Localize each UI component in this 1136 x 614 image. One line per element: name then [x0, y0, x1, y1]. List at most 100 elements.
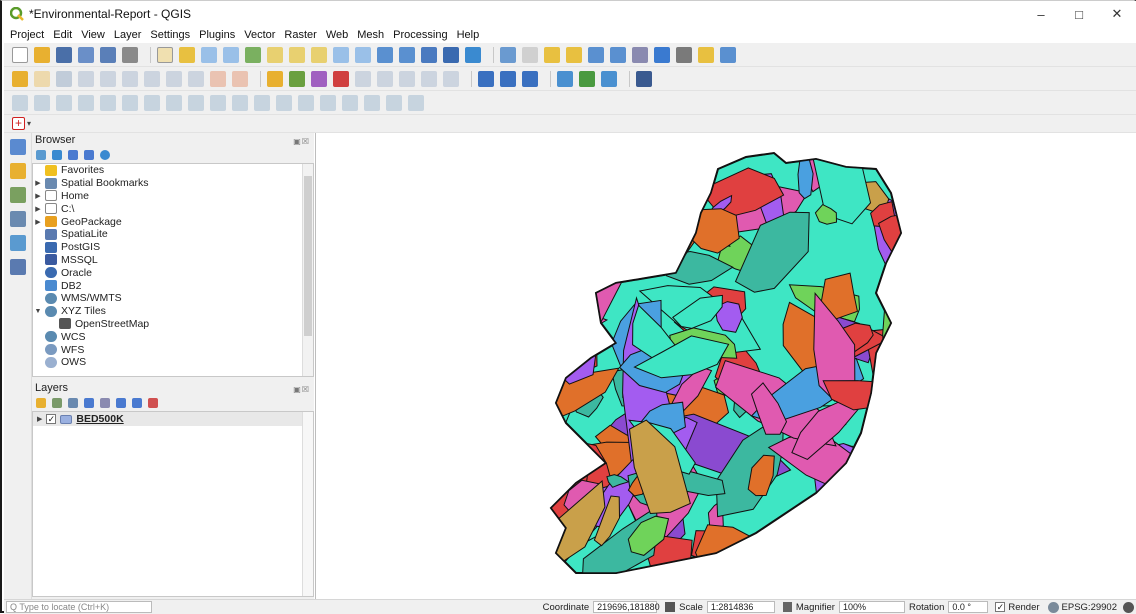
refresh-icon[interactable]	[52, 150, 62, 160]
menu-help[interactable]: Help	[457, 29, 480, 41]
layers-scrollbar[interactable]	[302, 412, 313, 596]
render-checkbox[interactable]: ✓	[995, 602, 1006, 612]
expand-arrow-icon[interactable]: ▶	[37, 415, 42, 423]
label-icon[interactable]	[267, 70, 283, 87]
text-annotation-icon[interactable]	[720, 46, 736, 63]
zoom-native-icon[interactable]	[311, 46, 327, 63]
add-mesh-layer-icon[interactable]	[10, 235, 26, 251]
browser-item[interactable]: WCS	[33, 330, 313, 343]
bookmark-icon[interactable]	[421, 46, 437, 63]
menu-raster[interactable]: Raster	[284, 29, 316, 41]
show-bookmarks-icon[interactable]	[443, 46, 459, 63]
manage-themes-icon[interactable]	[68, 398, 78, 408]
rotation-field[interactable]: 0.0 °	[948, 601, 989, 613]
save-edits-icon[interactable]	[56, 70, 72, 87]
zoom-next-icon[interactable]	[355, 46, 371, 63]
expand-arrow-icon[interactable]: ▶	[33, 218, 43, 226]
lock-scale-icon[interactable]	[782, 602, 792, 612]
reverse-line-icon[interactable]	[386, 94, 402, 111]
python-console-icon[interactable]	[557, 70, 573, 87]
delete-ring-icon[interactable]	[166, 94, 182, 111]
collapse-all-icon[interactable]	[132, 398, 142, 408]
delete-part-icon[interactable]	[188, 94, 204, 111]
rotate-symbols-icon[interactable]	[342, 94, 358, 111]
rotate-label-icon[interactable]	[421, 70, 437, 87]
expand-arrow-icon[interactable]: ▶	[33, 192, 43, 200]
menu-layer[interactable]: Layer	[114, 29, 142, 41]
expand-all-icon[interactable]	[116, 398, 126, 408]
add-selected-layers-icon[interactable]	[36, 150, 46, 160]
zoom-out-alt-icon[interactable]	[522, 70, 538, 87]
zoom-layer-icon[interactable]	[289, 46, 305, 63]
browser-scrollbar[interactable]	[302, 164, 313, 376]
redo-icon[interactable]	[232, 70, 248, 87]
minimize-button[interactable]: –	[1022, 1, 1060, 27]
browser-item[interactable]: PostGIS	[33, 241, 313, 254]
style-manager-icon[interactable]	[122, 46, 138, 63]
maximize-button[interactable]: □	[1060, 1, 1098, 27]
save-as-icon[interactable]	[78, 46, 94, 63]
filter-expression-icon[interactable]	[100, 398, 110, 408]
move-feature-icon[interactable]	[34, 94, 50, 111]
fill-ring-icon[interactable]	[144, 94, 160, 111]
change-label-icon[interactable]	[443, 70, 459, 87]
new-project-icon[interactable]	[12, 46, 28, 63]
expand-arrow-icon[interactable]: ▶	[33, 179, 43, 187]
pan-to-selection-icon[interactable]	[179, 46, 195, 63]
edit-pencil-icon[interactable]	[12, 70, 28, 87]
add-ring-icon[interactable]	[100, 94, 116, 111]
menu-project[interactable]: Project	[10, 29, 44, 41]
menu-vector[interactable]: Vector	[244, 29, 275, 41]
refresh-icon[interactable]	[465, 46, 481, 63]
add-feature-icon[interactable]	[78, 70, 94, 87]
menu-settings[interactable]: Settings	[150, 29, 190, 41]
open-project-icon[interactable]	[34, 46, 50, 63]
filter-icon[interactable]	[68, 150, 78, 160]
deselect-icon[interactable]	[588, 46, 604, 63]
browser-item[interactable]: ▼ XYZ Tiles	[33, 305, 313, 318]
layer-row[interactable]: ▶ ✓ BED500K	[33, 412, 313, 426]
zoom-last-icon[interactable]	[333, 46, 349, 63]
pan-icon[interactable]	[157, 46, 173, 63]
add-group-icon[interactable]	[52, 398, 62, 408]
add-shape-icon[interactable]: +	[12, 117, 25, 130]
show-hide-labels-icon[interactable]	[377, 70, 393, 87]
messages-icon[interactable]	[1123, 601, 1134, 613]
collapse-all-icon[interactable]	[84, 150, 94, 160]
new-geopackage-icon[interactable]	[10, 163, 26, 179]
menu-web[interactable]: Web	[326, 29, 348, 41]
open-data-source-manager-icon[interactable]	[10, 139, 26, 155]
zoom-to-native-icon[interactable]	[478, 70, 494, 87]
reshape-icon[interactable]	[210, 94, 226, 111]
merge-attributes-icon[interactable]	[320, 94, 336, 111]
add-raster-layer-icon[interactable]	[10, 211, 26, 227]
rotate-feature-icon[interactable]	[56, 94, 72, 111]
simplify-icon[interactable]	[78, 94, 94, 111]
paste-features-icon[interactable]	[188, 70, 204, 87]
add-vector-layer-icon[interactable]	[10, 187, 26, 203]
browser-item[interactable]: ▶ GeoPackage	[33, 215, 313, 228]
abc-label-icon[interactable]	[333, 70, 349, 87]
add-part-icon[interactable]	[122, 94, 138, 111]
select-by-value-icon[interactable]	[566, 46, 582, 63]
layer-labeling-icon[interactable]	[289, 70, 305, 87]
coordinate-field[interactable]: 219696,181880	[593, 601, 660, 613]
cut-features-icon[interactable]	[144, 70, 160, 87]
delete-selected-icon[interactable]	[122, 70, 138, 87]
remove-layer-icon[interactable]	[148, 398, 158, 408]
help-icon[interactable]	[636, 70, 652, 87]
browser-item[interactable]: WFS	[33, 343, 313, 356]
toggle-editing-icon[interactable]	[34, 70, 50, 87]
panel-controls-icon[interactable]: ▣☒	[293, 383, 310, 397]
scrollbar-thumb[interactable]	[304, 176, 312, 336]
select-features-icon[interactable]	[544, 46, 560, 63]
menu-view[interactable]: View	[81, 29, 105, 41]
measure-icon[interactable]	[676, 46, 692, 63]
copy-features-icon[interactable]	[166, 70, 182, 87]
info-icon[interactable]	[100, 150, 110, 160]
expand-arrow-icon[interactable]: ▼	[33, 308, 43, 315]
browser-item[interactable]: ▶ Spatial Bookmarks	[33, 177, 313, 190]
expand-arrow-icon[interactable]: ▶	[33, 205, 43, 213]
zoom-selection-icon[interactable]	[267, 46, 283, 63]
locator-search-input[interactable]: Q Type to locate (Ctrl+K)	[6, 601, 152, 613]
